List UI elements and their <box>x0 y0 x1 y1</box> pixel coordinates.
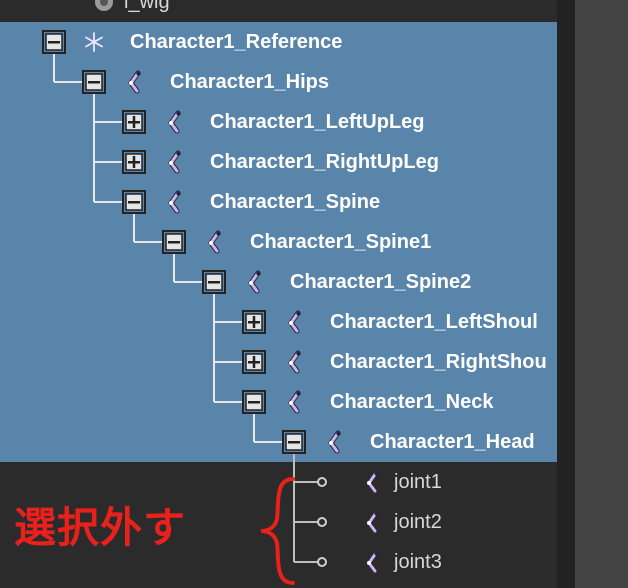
item-label: Character1_RightUpLeg <box>210 151 439 173</box>
item-label: joint2 <box>394 511 442 533</box>
outliner-item[interactable]: Character1_LeftShoul <box>242 302 557 342</box>
expand-plus-icon[interactable] <box>122 150 146 174</box>
joint-icon <box>360 510 384 534</box>
locator-star-icon <box>82 30 106 54</box>
item-label: l_wig <box>124 0 170 13</box>
item-label: Character1_Spine1 <box>250 231 432 253</box>
collapse-minus-icon[interactable] <box>282 430 306 454</box>
item-label: Character1_RightShou <box>330 351 547 373</box>
joint-icon <box>162 110 186 134</box>
leaf-dot-icon <box>310 470 334 494</box>
outliner-item[interactable]: Character1_Reference <box>42 22 557 62</box>
expand-plus-icon[interactable] <box>242 350 266 374</box>
joint-icon <box>282 350 306 374</box>
joint-icon <box>282 310 306 334</box>
joint-icon <box>162 190 186 214</box>
annotation-text: 選択外す <box>14 503 187 552</box>
item-label: Character1_Reference <box>130 31 343 53</box>
outliner-item[interactable]: joint3 <box>317 542 557 582</box>
expand-plus-icon[interactable] <box>242 310 266 334</box>
joint-icon <box>360 470 384 494</box>
item-label: Character1_Hips <box>170 71 329 93</box>
item-label: Character1_LeftShoul <box>330 311 538 333</box>
outliner-item[interactable]: Character1_Spine1 <box>162 222 557 262</box>
scrollbar-track[interactable] <box>557 0 575 588</box>
collapse-minus-icon[interactable] <box>242 390 266 414</box>
item-label: Character1_Neck <box>330 391 494 413</box>
item-label: Character1_Head <box>370 431 535 453</box>
collapse-minus-icon[interactable] <box>202 270 226 294</box>
joint-icon <box>162 150 186 174</box>
annotation-brace <box>260 477 295 585</box>
outliner-item[interactable]: joint1 <box>317 462 557 502</box>
outliner-item[interactable]: Character1_Spine2 <box>202 262 557 302</box>
item-label: Character1_Spine <box>210 191 381 213</box>
joint-icon <box>202 230 226 254</box>
collapse-minus-icon[interactable] <box>162 230 186 254</box>
joint-icon <box>360 550 384 574</box>
outliner-item[interactable]: Character1_Hips <box>82 62 557 102</box>
joint-icon <box>322 430 346 454</box>
item-label: Character1_Spine2 <box>290 271 472 293</box>
joint-icon <box>242 270 266 294</box>
leaf-dot-icon <box>310 550 334 574</box>
outliner-item[interactable]: Character1_Head <box>282 422 557 462</box>
collapse-minus-icon[interactable] <box>122 190 146 214</box>
collapse-minus-icon[interactable] <box>82 70 106 94</box>
item-label: joint3 <box>394 551 442 573</box>
joint-icon <box>282 390 306 414</box>
outliner-item[interactable]: Character1_RightUpLeg <box>122 142 557 182</box>
side-panel <box>575 0 628 588</box>
outliner-item[interactable]: Character1_Spine <box>122 182 557 222</box>
outliner-item[interactable]: joint2 <box>317 502 557 542</box>
outliner-item[interactable]: Character1_LeftUpLeg <box>122 102 557 142</box>
joint-icon <box>122 70 146 94</box>
leaf-dot-icon <box>310 510 334 534</box>
collapse-minus-icon[interactable] <box>42 30 66 54</box>
item-label: joint1 <box>394 471 442 493</box>
outliner-item[interactable]: Character1_Neck <box>242 382 557 422</box>
item-label: Character1_LeftUpLeg <box>210 111 425 133</box>
outliner-item[interactable]: Character1_RightShou <box>242 342 557 382</box>
gear-group-icon <box>92 0 116 14</box>
expand-plus-icon[interactable] <box>122 110 146 134</box>
